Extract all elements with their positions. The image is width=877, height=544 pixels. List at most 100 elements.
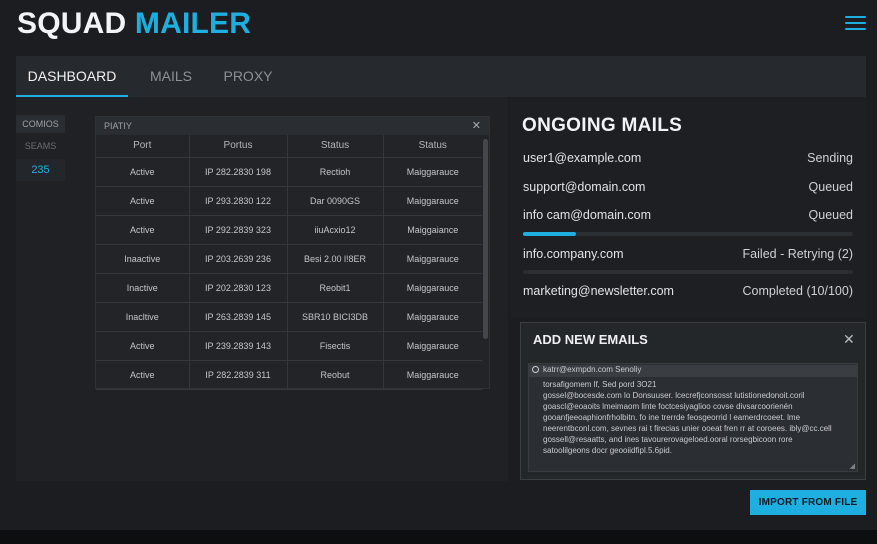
ongoing-mails-panel: ONGOING MAILS user1@example.com Sending … [509,97,866,319]
column-header-port[interactable]: Port [96,135,190,158]
mail-status: Completed (10/100) [742,284,853,298]
cell-ip: IP 263.2839 145 [189,302,288,332]
cell-status: SBR10 BICI3DB [287,302,384,332]
cell-port: Active [96,360,190,390]
add-emails-title: ADD NEW EMAILS [533,332,648,347]
column-header-status[interactable]: Status [287,135,384,158]
mail-address: info.company.com [523,247,624,261]
emails-line: torsafigomem lf, Sed pord 3O21 [543,380,657,389]
bottom-bar [0,530,877,544]
app-title-part1: SQUAD [17,7,127,40]
cell-status-2: Maiggarauce [383,186,482,216]
cell-port: Inaactive [96,244,190,274]
cell-port: Active [96,157,190,187]
proxy-table-window: PIATIY ✕ Port Portus Status Status Activ… [95,116,490,390]
cell-status-2: Maiggarauce [383,244,482,274]
cell-ip: IP 282.2830 198 [189,157,288,187]
mail-item[interactable]: marketing@newsletter.com Completed (10/1… [523,284,853,302]
app-logo: SQUAD MAILER [17,7,251,41]
resize-handle-icon[interactable]: ◢ [850,462,855,470]
cell-status-2: Maiggarauce [383,331,482,361]
proxy-window-title: PIATIY [104,121,132,131]
radio-icon [532,366,539,373]
mail-item[interactable]: info cam@domain.com Queued [523,208,853,226]
column-header-portus[interactable]: Portus [189,135,288,158]
cell-port: Active [96,215,190,245]
table-row[interactable]: Active IP 282.2830 198 Rectioh Maiggarau… [96,157,482,187]
mail-item[interactable]: user1@example.com Sending [523,151,853,169]
ongoing-mails-title: ONGOING MAILS [522,115,683,136]
mail-address: info cam@domain.com [523,208,652,222]
mail-address: marketing@newsletter.com [523,284,674,298]
cell-status: Besi 2.00 l!8ER [287,244,384,274]
close-icon[interactable]: ✕ [472,119,481,132]
mail-address: support@domain.com [523,180,646,194]
mail-status: Failed - Retrying (2) [742,247,853,261]
mail-item[interactable]: support@domain.com Queued [523,180,853,198]
mail-status: Queued [808,208,853,222]
cell-status: Rectioh [287,157,384,187]
mail-address: user1@example.com [523,151,642,165]
side-stats: COMIOS SEAMS 235 [16,115,81,185]
cell-status-2: Maiggarauce [383,302,482,332]
cell-status-2: Maiggarauce [383,360,482,390]
table-row[interactable]: Inacltive IP 263.2839 145 SBR10 BICI3DB … [96,302,482,332]
table-row[interactable]: Active IP 293.2830 122 Dar 0090GS Maigga… [96,186,482,216]
side-stat-label-2: SEAMS [24,141,57,151]
mail-item[interactable]: info.company.com Failed - Retrying (2) [523,247,853,265]
cell-port: Active [96,186,190,216]
tab-dashboard[interactable]: DASHBOARD [16,56,128,97]
cell-status: Reobit1 [287,273,384,303]
close-icon[interactable]: ✕ [843,331,855,348]
tab-mails[interactable]: MAILS [146,56,196,97]
emails-line: gossel@bocesde.com lo Donsuuser. lcecref… [543,391,805,400]
cell-ip: IP 239.2839 143 [189,331,288,361]
cell-status: Reobut [287,360,384,390]
cell-ip: IP 202.2830 123 [189,273,288,303]
app-title-part2: MAILER [134,7,252,40]
cell-status: Dar 0090GS [287,186,384,216]
cell-status-2: Maiggarauce [383,157,482,187]
table-row[interactable]: Inaactive IP 203.2639 236 Besi 2.00 l!8E… [96,244,482,274]
cell-ip: IP 203.2639 236 [189,244,288,274]
cell-ip: IP 292.2839 323 [189,215,288,245]
table-header-row: Port Portus Status Status [96,135,482,158]
emails-line: neerentbconl.com, sevnes rai t firecias … [543,424,832,433]
cell-status-2: Maiggarauce [383,273,482,303]
emails-line: satoolilgeons docr geooiidfipl.5.6pid. [543,446,672,455]
cell-ip: IP 282.2839 311 [189,360,288,390]
tab-proxy[interactable]: PROXY [221,56,275,97]
main-tabs: DASHBOARD MAILS PROXY [16,56,866,97]
progress-bar [523,232,853,236]
cell-status: Fisectis [287,331,384,361]
mail-status: Queued [808,180,853,194]
hamburger-menu-icon[interactable] [845,15,866,31]
emails-line: katrr@exmpdn.com Senoliy [529,365,857,377]
mail-status: Sending [807,151,853,165]
side-stat-value[interactable]: 235 [16,159,65,181]
progress-fill [523,232,576,236]
cell-port: Inactive [96,273,190,303]
emails-line: gooanfjeeoaphionfrholbitn. fo ine trerrd… [543,413,801,422]
progress-bar [523,270,853,274]
import-from-file-button[interactable]: IMPORT FROM FILE [750,490,866,515]
table-scrollbar[interactable] [483,139,488,339]
cell-ip: IP 293.2830 122 [189,186,288,216]
app-header: SQUAD MAILER [0,0,877,52]
emails-line: gossell@resaatts, and ines tavourerovage… [543,435,793,444]
cell-status-2: Maiggaiance [383,215,482,245]
cell-status: iiuAcxio12 [287,215,384,245]
cell-port: Active [96,331,190,361]
column-header-status-2[interactable]: Status [383,135,482,158]
table-row[interactable]: Inactive IP 202.2830 123 Reobit1 Maiggar… [96,273,482,303]
side-stat-label-1: COMIOS [16,115,65,133]
proxy-table: Port Portus Status Status Active IP 282.… [96,135,482,390]
table-row[interactable]: Active IP 292.2839 323 iiuAcxio12 Maigga… [96,215,482,245]
proxy-window-header: PIATIY ✕ [96,117,489,135]
table-row[interactable]: Active IP 239.2839 143 Fisectis Maiggara… [96,331,482,361]
emails-line: goascl@eoaoits lmeimaom linte foctcesiya… [543,402,793,411]
cell-port: Inacltive [96,302,190,332]
emails-textarea[interactable]: katrr@exmpdn.com Senoliy torsafigomem lf… [528,363,858,472]
add-new-emails-panel: ADD NEW EMAILS ✕ katrr@exmpdn.com Senoli… [520,322,866,480]
table-row[interactable]: Active IP 282.2839 311 Reobut Maiggarauc… [96,360,482,390]
